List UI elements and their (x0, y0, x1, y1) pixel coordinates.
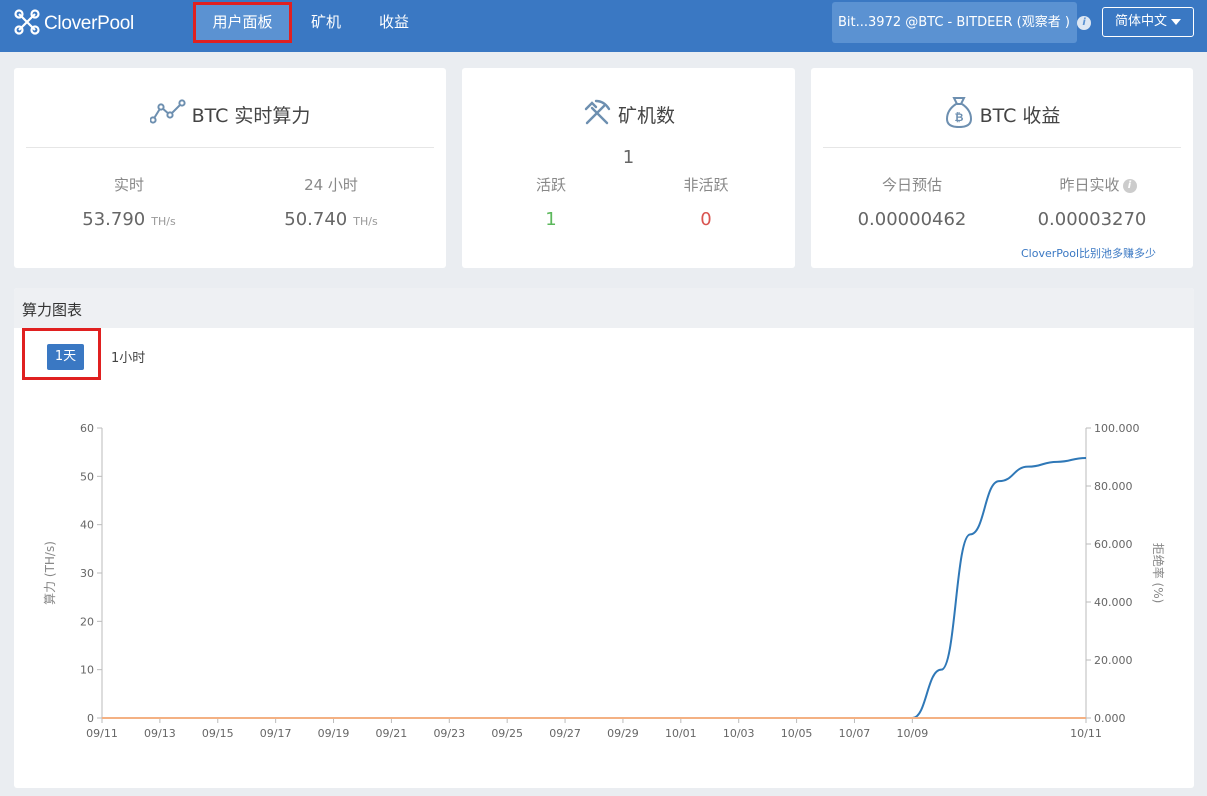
day-value-wrap: 50.740 TH/s (271, 209, 391, 230)
day-unit: TH/s (353, 215, 378, 228)
svg-text:₿: ₿ (954, 111, 963, 124)
compare-link[interactable]: CloverPool比别池多赚多少 (1021, 245, 1156, 261)
logo[interactable]: CloverPool (14, 9, 134, 39)
x-tick-label: 09/27 (549, 727, 581, 740)
y2-tick-label: 80.000 (1094, 480, 1133, 493)
realtime-value-wrap: 53.790 TH/s (69, 209, 189, 230)
y-axis-label: 算力 (TH/s) (42, 541, 57, 605)
today-stat: 今日预估 (847, 174, 977, 195)
hashrate-card-header: BTC 实时算力 (14, 98, 446, 130)
realtime-unit: TH/s (151, 215, 176, 228)
x-tick-label: 09/21 (376, 727, 408, 740)
today-label: 今日预估 (881, 176, 942, 194)
x-tick-label: 09/17 (260, 727, 292, 740)
x-tick-label: 09/23 (433, 727, 465, 740)
hashrate-series-line (102, 456, 1087, 719)
info-icon[interactable]: i (1077, 15, 1092, 30)
y-tick-label: 0 (87, 712, 94, 725)
x-tick-label: 10/03 (723, 727, 755, 740)
inactive-stat: 非活跃 (661, 174, 751, 195)
x-tick-label: 10/09 (897, 727, 929, 740)
hashrate-chart: 0 10 20 30 40 50 60 0.000 20.000 40.000 60.000 80.0… (42, 422, 1166, 740)
logo-text: CloverPool (44, 13, 134, 34)
y2-tick-label: 20.000 (1094, 654, 1133, 667)
day-value: 50.740 (284, 209, 348, 230)
x-tick-label: 09/13 (144, 727, 176, 740)
earnings-card: ₿ BTC 收益 今日预估 0.00000462 昨日实收 i 0.0000327… (811, 68, 1193, 268)
nav-earnings[interactable]: 收益 (379, 0, 409, 52)
hashrate-card: BTC 实时算力 实时 53.790 TH/s 24 小时 50.740 TH/s (14, 68, 446, 268)
x-tick-label: 09/25 (491, 727, 523, 740)
hashrate-card-title: BTC 实时算力 (191, 104, 311, 127)
trend-line-icon (148, 98, 186, 130)
x-tick-label: 09/11 (86, 727, 118, 740)
clover-logo-icon (14, 9, 40, 39)
realtime-value: 53.790 (82, 209, 146, 230)
inactive-value[interactable]: 0 (661, 209, 751, 230)
top-navbar: CloverPool 用户面板 矿机 收益 Bit...3972 @BTC - … (0, 0, 1207, 52)
x-tick-label: 10/01 (665, 727, 697, 740)
language-label: 简体中文 (1114, 14, 1167, 29)
y-tick-label: 60 (80, 422, 94, 435)
earnings-card-title: BTC 收益 (979, 104, 1061, 127)
y-tick-label: 20 (80, 615, 94, 628)
realtime-label: 实时 (113, 176, 144, 194)
language-selector[interactable]: 简体中文 (1102, 7, 1194, 37)
yesterday-stat: 昨日实收 i (1023, 174, 1173, 195)
pickaxe-icon (582, 97, 612, 132)
hashrate-chart-panel: 算力图表 1天 1小时 0 10 20 30 40 50 60 0.000 20.000 40.0… (14, 288, 1194, 788)
realtime-stat: 实时 (69, 174, 189, 195)
y-tick-label: 30 (80, 567, 94, 580)
miners-total: 1 (622, 147, 635, 168)
y2-tick-label: 60.000 (1094, 538, 1133, 551)
y2-tick-label: 100.000 (1094, 422, 1140, 435)
day-label: 24 小时 (304, 176, 358, 194)
inactive-label: 非活跃 (683, 176, 729, 194)
account-label: Bit...3972 @BTC - BITDEER (观察者 ) (838, 15, 1070, 30)
y-tick-label: 40 (80, 519, 94, 532)
chart-title: 算力图表 (22, 301, 83, 319)
today-value: 0.00000462 (857, 209, 967, 230)
y2-axis-label: 拒绝率 (%) (1151, 543, 1166, 604)
account-selector[interactable]: Bit...3972 @BTC - BITDEER (观察者 ) i (832, 2, 1092, 43)
day-stat: 24 小时 (271, 174, 391, 195)
x-tick-label: 10/05 (781, 727, 813, 740)
bitcoin-bag-icon: ₿ (944, 95, 974, 134)
miners-card: 矿机数 1 活跃 1 非活跃 0 (462, 68, 795, 268)
y-tick-label: 10 (80, 664, 94, 677)
y2-tick-label: 0.000 (1094, 712, 1126, 725)
miners-card-header: 矿机数 (462, 98, 795, 130)
y2-tick-label: 40.000 (1094, 596, 1133, 609)
divider (26, 147, 434, 148)
nav-user-dashboard[interactable]: 用户面板 (193, 2, 292, 43)
divider (823, 147, 1181, 148)
yesterday-label: 昨日实收 (1059, 176, 1120, 194)
x-tick-label: 09/29 (607, 727, 639, 740)
miners-card-title: 矿机数 (617, 104, 675, 127)
active-value[interactable]: 1 (506, 209, 596, 230)
x-tick-label: 10/07 (839, 727, 871, 740)
x-tick-label: 10/11 (1070, 727, 1102, 740)
info-icon[interactable]: i (1122, 178, 1137, 193)
active-label: 活跃 (535, 176, 566, 194)
yesterday-value: 0.00003270 (1037, 209, 1147, 230)
earnings-card-header: ₿ BTC 收益 (811, 96, 1193, 130)
x-tick-label: 09/15 (202, 727, 234, 740)
nav-miners[interactable]: 矿机 (311, 0, 341, 52)
y-tick-label: 50 (80, 470, 94, 483)
caret-down-icon (1171, 18, 1181, 25)
x-tick-label: 09/19 (318, 727, 350, 740)
active-stat: 活跃 (506, 174, 596, 195)
